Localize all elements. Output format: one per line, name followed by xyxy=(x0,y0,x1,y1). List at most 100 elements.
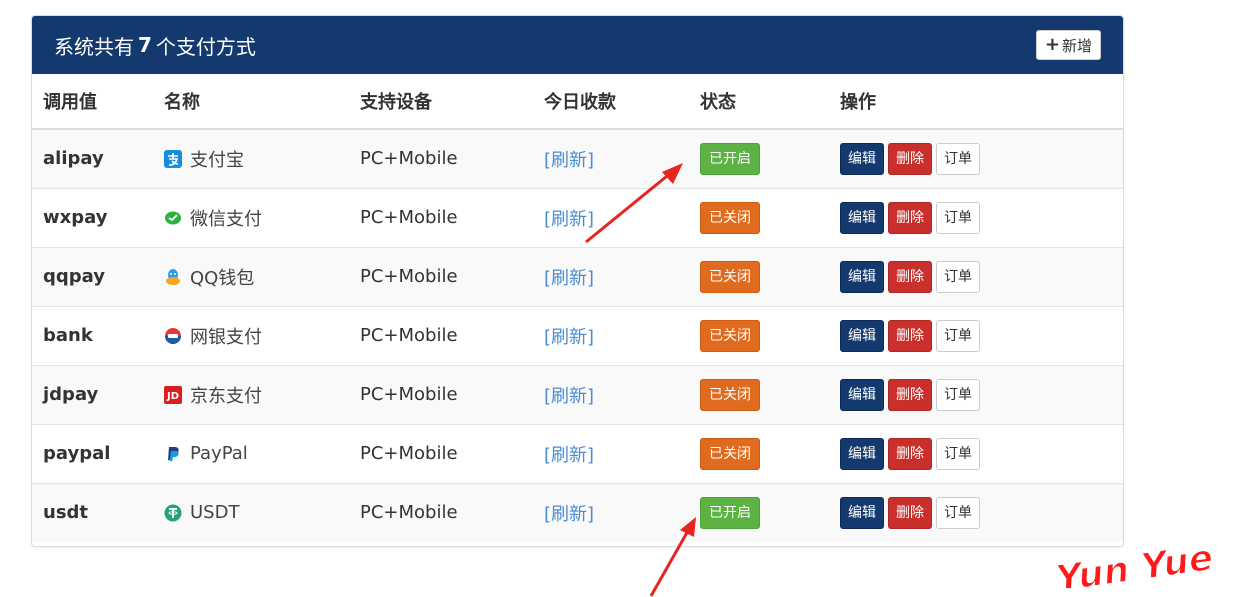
method-code: bank xyxy=(43,325,93,346)
row-name-cell: 支付宝 xyxy=(163,129,359,188)
table-row: paypal PayPal PC+Mobile [刷新] 已关闭 编辑 删除 订… xyxy=(32,423,1123,483)
refresh-link[interactable]: [刷新] xyxy=(544,327,594,348)
method-name-label: QQ钱包 xyxy=(190,267,255,289)
method-count: 7 xyxy=(138,33,152,57)
delete-button[interactable]: 删除 xyxy=(888,260,932,293)
alipay-icon xyxy=(164,149,182,168)
row-device-cell: PC+Mobile xyxy=(359,246,543,306)
jdpay-icon: JD xyxy=(164,385,182,404)
row-code-cell: wxpay xyxy=(32,187,163,247)
table-row: jdpay JD 京东支付 PC+Mobile [刷新] 已关闭 编辑 删除 订… xyxy=(32,364,1123,424)
row-code-cell: bank xyxy=(32,305,163,365)
supported-device: PC+Mobile xyxy=(360,148,458,170)
edit-button[interactable]: 编辑 xyxy=(840,319,884,352)
edit-button[interactable]: 编辑 xyxy=(840,496,884,529)
row-actions: 编辑 删除 订单 xyxy=(840,378,1122,411)
orders-button[interactable]: 订单 xyxy=(936,142,980,175)
row-status-cell: 已开启 xyxy=(699,482,839,542)
usdt-icon xyxy=(164,504,182,522)
orders-button[interactable]: 订单 xyxy=(936,201,980,234)
method-code: paypal xyxy=(43,443,111,464)
delete-button[interactable]: 删除 xyxy=(888,142,932,175)
row-code-cell: alipay xyxy=(32,129,163,188)
orders-button[interactable]: 订单 xyxy=(936,260,980,293)
orders-button[interactable]: 订单 xyxy=(936,437,980,470)
row-device-cell: PC+Mobile xyxy=(359,129,543,188)
edit-button[interactable]: 编辑 xyxy=(840,378,884,411)
row-income-cell: [刷新] xyxy=(543,423,699,483)
row-name-cell: 网银支付 xyxy=(163,305,359,365)
add-button[interactable]: + 新增 xyxy=(1035,30,1101,60)
edit-button[interactable]: 编辑 xyxy=(840,201,884,234)
column-header-name: 名称 xyxy=(163,74,359,130)
qq-wallet-icon xyxy=(164,268,182,286)
edit-button[interactable]: 编辑 xyxy=(840,260,884,293)
delete-button[interactable]: 删除 xyxy=(888,437,932,470)
row-actions: 编辑 删除 订单 xyxy=(840,201,1122,234)
title-prefix: 系统共有 xyxy=(54,34,134,59)
edit-button[interactable]: 编辑 xyxy=(840,437,884,470)
panel-title: 系统共有 7 个支付方式 xyxy=(54,31,256,60)
row-actions: 编辑 删除 订单 xyxy=(840,319,1122,352)
row-actions-cell: 编辑 删除 订单 xyxy=(839,187,1123,247)
row-device-cell: PC+Mobile xyxy=(359,187,543,247)
row-actions-cell: 编辑 删除 订单 xyxy=(839,482,1123,542)
status-toggle[interactable]: 已关闭 xyxy=(700,437,760,470)
column-header-device: 支持设备 xyxy=(359,74,543,130)
column-header-income: 今日收款 xyxy=(543,74,699,130)
status-toggle[interactable]: 已开启 xyxy=(700,142,760,175)
method-name-label: 微信支付 xyxy=(190,208,262,230)
status-toggle[interactable]: 已开启 xyxy=(700,496,760,529)
row-code-cell: qqpay xyxy=(32,246,163,306)
orders-button[interactable]: 订单 xyxy=(936,496,980,529)
table-row: usdt USDT PC+Mobile [刷新] 已开启 编辑 删除 订单 xyxy=(32,482,1123,542)
row-status-cell: 已关闭 xyxy=(699,364,839,424)
row-actions-cell: 编辑 删除 订单 xyxy=(839,246,1123,306)
plus-icon: + xyxy=(1044,34,1060,55)
delete-button[interactable]: 删除 xyxy=(888,319,932,352)
method-name: 微信支付 xyxy=(164,205,358,231)
edit-button[interactable]: 编辑 xyxy=(840,142,884,175)
svg-text:JD: JD xyxy=(166,391,179,402)
method-name: 网银支付 xyxy=(164,323,358,349)
row-status-cell: 已关闭 xyxy=(699,305,839,365)
table-header-row: 调用值 名称 支持设备 今日收款 状态 操作 xyxy=(32,74,1123,130)
row-status-cell: 已关闭 xyxy=(699,246,839,306)
table-row: alipay 支付宝 PC+Mobile [刷新] 已开启 编辑 删除 订单 xyxy=(32,129,1123,188)
row-actions: 编辑 删除 订单 xyxy=(840,260,1122,293)
orders-button[interactable]: 订单 xyxy=(936,378,980,411)
row-device-cell: PC+Mobile xyxy=(359,364,543,424)
supported-device: PC+Mobile xyxy=(360,384,458,405)
title-suffix: 个支付方式 xyxy=(155,34,256,59)
delete-button[interactable]: 删除 xyxy=(888,496,932,529)
status-toggle[interactable]: 已关闭 xyxy=(700,319,760,352)
refresh-link[interactable]: [刷新] xyxy=(544,504,594,525)
refresh-link[interactable]: [刷新] xyxy=(544,386,594,407)
status-toggle[interactable]: 已关闭 xyxy=(700,260,760,293)
supported-device: PC+Mobile xyxy=(360,443,458,464)
method-name: JD 京东支付 xyxy=(164,382,358,408)
row-income-cell: [刷新] xyxy=(543,129,699,188)
row-name-cell: JD 京东支付 xyxy=(163,364,359,424)
status-toggle[interactable]: 已关闭 xyxy=(700,201,760,234)
method-name: USDT xyxy=(164,502,358,523)
method-code: usdt xyxy=(43,502,89,524)
refresh-link[interactable]: [刷新] xyxy=(544,445,594,466)
row-actions-cell: 编辑 删除 订单 xyxy=(839,305,1123,365)
delete-button[interactable]: 删除 xyxy=(888,378,932,411)
payment-methods-table: 调用值 名称 支持设备 今日收款 状态 操作 alipay 支付宝 PC+Mob… xyxy=(32,74,1123,542)
method-name-label: 支付宝 xyxy=(190,149,244,171)
delete-button[interactable]: 删除 xyxy=(888,201,932,234)
row-device-cell: PC+Mobile xyxy=(359,482,543,542)
row-actions: 编辑 删除 订单 xyxy=(840,437,1122,470)
refresh-link[interactable]: [刷新] xyxy=(544,268,594,289)
table-row: bank 网银支付 PC+Mobile [刷新] 已关闭 编辑 删除 订单 xyxy=(32,305,1123,365)
row-code-cell: jdpay xyxy=(32,364,163,424)
row-name-cell: USDT xyxy=(163,482,359,542)
row-name-cell: 微信支付 xyxy=(163,187,359,247)
status-toggle[interactable]: 已关闭 xyxy=(700,378,760,411)
refresh-link[interactable]: [刷新] xyxy=(544,150,594,171)
row-income-cell: [刷新] xyxy=(543,246,699,306)
refresh-link[interactable]: [刷新] xyxy=(544,209,594,230)
orders-button[interactable]: 订单 xyxy=(936,319,980,352)
